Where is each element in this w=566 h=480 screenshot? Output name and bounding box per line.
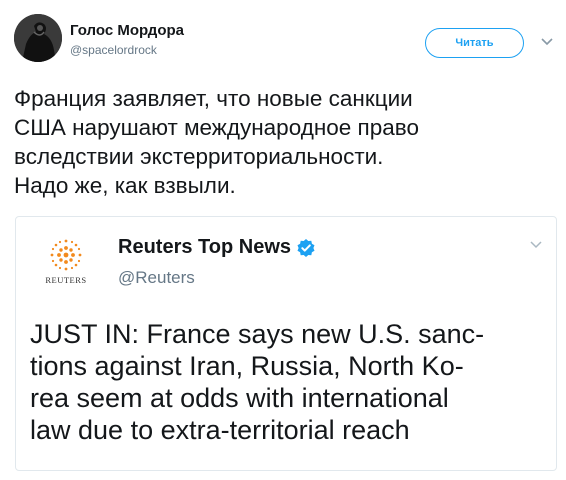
reuters-logo: REUTERS bbox=[38, 235, 94, 295]
quoted-tweet-card[interactable]: REUTERS Reuters Top News @Reuters JUST I… bbox=[15, 216, 557, 471]
author-name[interactable]: Голос Мордора bbox=[70, 22, 184, 39]
reuters-wordmark: REUTERS bbox=[45, 275, 87, 285]
quoted-author-handle[interactable]: @Reuters bbox=[118, 268, 195, 288]
avatar[interactable] bbox=[14, 14, 62, 62]
quoted-author-name[interactable]: Reuters Top News bbox=[118, 236, 316, 259]
verified-badge-icon bbox=[297, 238, 315, 257]
quoted-tweet-text: JUST IN: France says new U.S. sanc- tion… bbox=[30, 319, 485, 445]
tweet-text: Франция заявляет, что новые санкции США … bbox=[14, 86, 419, 198]
chevron-down-icon[interactable] bbox=[530, 240, 542, 250]
quoted-author-name-text[interactable]: Reuters Top News bbox=[118, 236, 291, 259]
author-handle[interactable]: @spacelordrock bbox=[70, 43, 157, 57]
follow-button[interactable]: Читать bbox=[425, 28, 524, 58]
chevron-down-icon[interactable] bbox=[540, 36, 554, 48]
